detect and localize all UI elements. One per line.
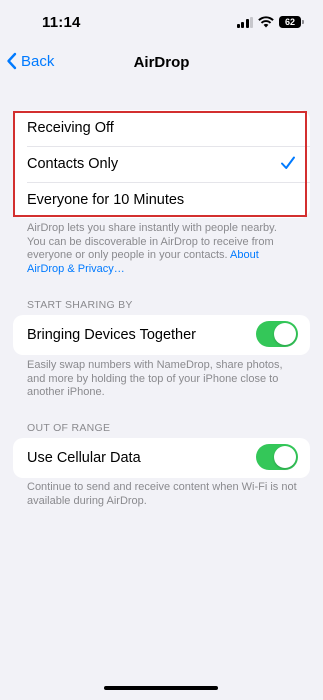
- option-receiving-off[interactable]: Receiving Off: [13, 110, 310, 146]
- status-time: 11:14: [42, 14, 81, 31]
- bringing-devices-together-toggle[interactable]: [256, 321, 298, 347]
- toggle-label: Use Cellular Data: [27, 450, 141, 466]
- use-cellular-data-row: Use Cellular Data: [13, 438, 310, 478]
- option-contacts-only[interactable]: Contacts Only: [13, 146, 310, 182]
- toggle-knob: [274, 323, 296, 345]
- wifi-icon: [258, 16, 274, 28]
- status-bar: 11:14 62: [0, 0, 323, 46]
- navigation-bar: Back AirDrop: [0, 48, 323, 78]
- cellular-footnote: Continue to send and receive content whe…: [27, 481, 297, 507]
- airdrop-footnote: AirDrop lets you share instantly with pe…: [27, 222, 297, 276]
- cellular-signal-icon: [236, 16, 253, 28]
- option-label: Contacts Only: [27, 156, 119, 172]
- status-icons: 62: [236, 16, 304, 28]
- option-label: Everyone for 10 Minutes: [27, 192, 185, 208]
- option-label: Receiving Off: [27, 120, 114, 136]
- toggle-label: Bringing Devices Together: [27, 327, 196, 343]
- home-indicator[interactable]: [104, 686, 218, 690]
- start-sharing-group: Bringing Devices Together: [13, 315, 310, 355]
- option-everyone-10-minutes[interactable]: Everyone for 10 Minutes: [13, 182, 310, 218]
- page-title: AirDrop: [133, 54, 190, 71]
- toggle-knob: [274, 446, 296, 468]
- start-sharing-header: START SHARING BY: [27, 299, 133, 311]
- battery-icon: 62: [279, 16, 304, 28]
- receiving-options-group: Receiving Off Contacts Only Everyone for…: [13, 110, 310, 218]
- namedrop-footnote: Easily swap numbers with NameDrop, share…: [27, 359, 283, 398]
- checkmark-icon: [281, 156, 295, 169]
- out-of-range-header: OUT OF RANGE: [27, 422, 111, 434]
- out-of-range-group: Use Cellular Data: [13, 438, 310, 478]
- battery-level: 62: [284, 17, 295, 27]
- bringing-devices-together-row: Bringing Devices Together: [13, 315, 310, 355]
- use-cellular-data-toggle[interactable]: [256, 444, 298, 470]
